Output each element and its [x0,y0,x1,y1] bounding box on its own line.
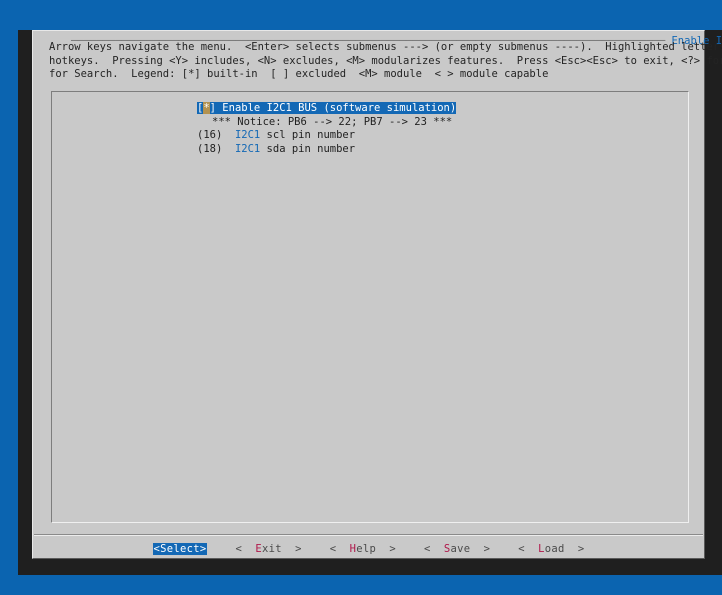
menu-item-scl-pin-number[interactable]: (16) I2C1 scl pin number [52,129,688,143]
button-bracket-open: < [423,543,444,555]
button-bar-separator [34,534,703,536]
button-bracket-close: > [470,543,491,555]
menu-item-hotkey-tag: I2C1 [234,142,261,155]
menu-item-value: (16) [197,129,235,142]
dialog-button-bar[interactable]: <Select> < Exit > < Help > < Save > < Load > [33,543,704,555]
button-bracket-close: > [199,543,207,555]
menu-item-enable-i2c1-bus[interactable]: [*] Enable I2C1 BUS (software simulation… [52,102,688,116]
button-bracket-open: < [329,543,350,555]
menu-item-label: Enable I2C1 BUS (software simulation) [215,102,457,114]
button-bracket-close: > [564,543,585,555]
button-bracket-open: < [235,543,256,555]
button-hotkey-letter: L [538,543,545,555]
button-label: xit [261,543,282,555]
menu-item-hotkey-tag: I2C1 [234,129,261,142]
menu-item-label: sda pin number [260,142,356,155]
menu-item-label: scl pin number [260,129,356,142]
menu-notice-text: *** Notice: PB6 --> 22; PB7 --> 23 *** [52,116,688,130]
load-button[interactable]: < Load > [518,543,584,555]
exit-button[interactable]: < Exit > [235,543,301,555]
desktop-left-strip [0,0,18,595]
help-line: Arrow keys navigate the menu. <Enter> se… [49,41,722,53]
button-label: elp [356,543,377,555]
terminal-window: .config - RT-Thread Configuration [...] … [18,0,722,575]
menu-list[interactable]: [*] Enable I2C1 BUS (software simulation… [52,102,688,156]
button-bracket-close: > [376,543,396,555]
help-button[interactable]: < Help > [330,543,396,555]
help-line: for Search. Legend: [*] built-in [ ] exc… [49,68,549,81]
button-hotkey-letter: S [160,543,167,555]
notice-label: *** Notice: PB6 --> 22; PB7 --> 23 *** [212,115,453,128]
save-button[interactable]: < Save > [424,543,490,555]
menu-item-highlight: [*] Enable I2C1 BUS (software simulation… [197,102,457,114]
select-button[interactable]: <Select> [152,543,208,555]
button-bracket-close: > [281,543,302,555]
help-line: hotkeys. Pressing <Y> includes, <N> excl… [49,54,722,67]
terminal-footer-strip [18,559,722,575]
help-text-block: Arrow keys navigate the menu. <Enter> se… [49,41,722,82]
menu-item-sda-pin-number[interactable]: (18) I2C1 sda pin number [52,143,688,157]
menuconfig-dialog: ────────────────────────────────────────… [32,30,722,559]
button-hotkey-letter: E [255,543,262,555]
button-bracket-open: < [518,543,539,555]
menu-list-box[interactable]: [*] Enable I2C1 BUS (software simulation… [51,91,689,523]
button-label: elect [166,543,200,555]
button-label: oad [544,543,565,555]
button-label: ave [450,543,471,555]
menu-item-value: (18) [197,142,235,155]
desktop-taskbar [0,575,722,595]
